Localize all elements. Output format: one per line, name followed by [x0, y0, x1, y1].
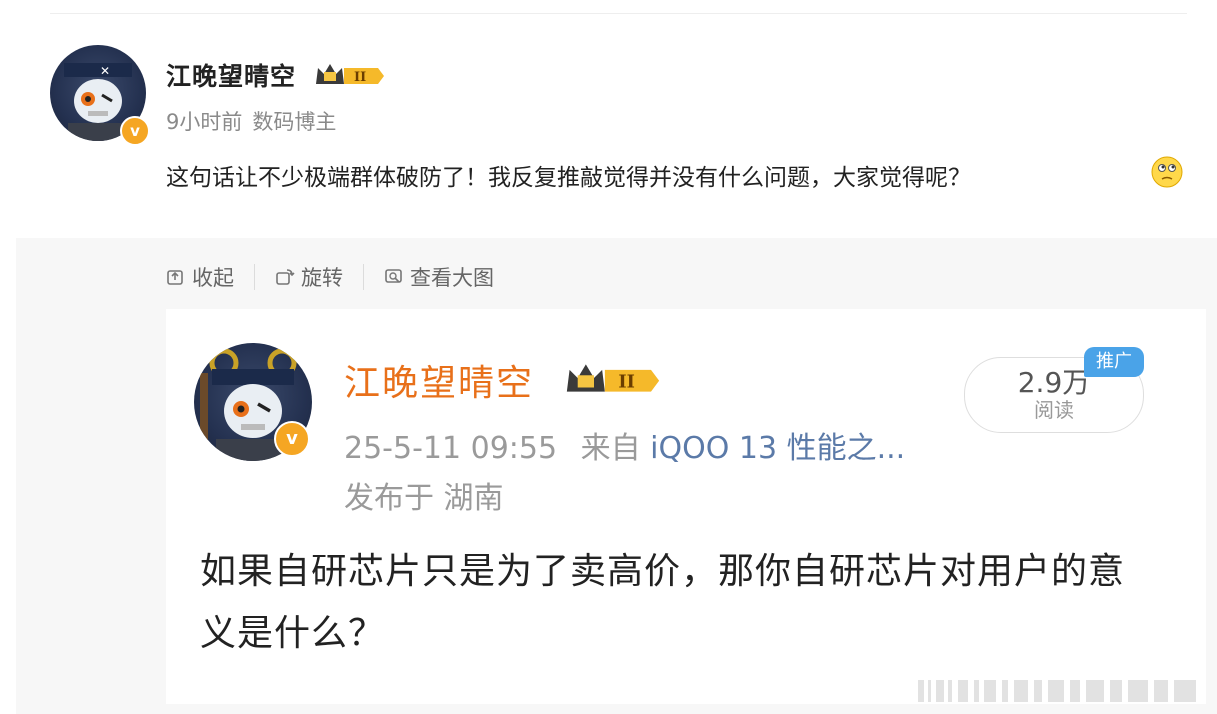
view-large-label: 查看大图 — [410, 266, 494, 290]
svg-text:✕: ✕ — [100, 64, 110, 78]
rotate-button[interactable]: 旋转 — [275, 262, 343, 292]
verified-badge-icon: v — [120, 116, 150, 146]
view-large-icon — [385, 269, 402, 283]
post-image[interactable]: v 江晚望晴空 II 25-5-11 09:55 来自 iQOO 13 性能之.… — [166, 309, 1206, 704]
watermark-barcode-icon — [918, 680, 1196, 702]
vip-crown-icon: II — [316, 64, 384, 85]
rotate-icon — [276, 269, 295, 285]
toolbar-separator — [254, 264, 255, 290]
post-source: 数码博主 — [252, 110, 337, 134]
card-datetime: 25-5-11 09:55 — [344, 431, 558, 466]
promo-badge: 推广 — [1084, 347, 1144, 377]
post-time: 9小时前 — [166, 110, 243, 134]
view-large-button[interactable]: 查看大图 — [384, 262, 494, 292]
image-toolbar: 收起 旋转 查看大图 — [166, 262, 494, 292]
post-meta: 9小时前 数码博主 — [166, 106, 336, 136]
card-content: 如果自研芯片只是为了卖高价，那你自研芯片对用户的意义是什么？ — [200, 551, 1126, 654]
thinking-face-icon — [1151, 156, 1183, 188]
read-label: 阅读 — [1034, 398, 1074, 422]
card-location: 发布于 湖南 — [344, 481, 504, 516]
author-name[interactable]: 江晚望晴空 — [166, 57, 296, 93]
card-vip-level-text: II — [618, 372, 635, 393]
card-vip-crown-icon: II — [566, 364, 660, 393]
card-from-label: 来自 — [580, 431, 641, 466]
toolbar-separator — [363, 264, 364, 290]
vip-level-text: II — [354, 70, 366, 85]
collapse-icon — [167, 270, 183, 285]
top-divider — [50, 13, 1187, 14]
card-verified-badge-icon: v — [274, 421, 310, 457]
rotate-label: 旋转 — [301, 266, 343, 290]
collapse-label: 收起 — [192, 266, 234, 290]
collapse-button[interactable]: 收起 — [166, 262, 234, 292]
card-meta: 25-5-11 09:55 来自 iQOO 13 性能之... — [344, 423, 905, 467]
card-device: iQOO 13 性能之... — [650, 431, 906, 466]
post-text: 这句话让不少极端群体破防了！我反复推敲觉得并没有什么问题，大家觉得呢？ — [166, 165, 971, 191]
card-author-name: 江晚望晴空 — [344, 363, 535, 404]
